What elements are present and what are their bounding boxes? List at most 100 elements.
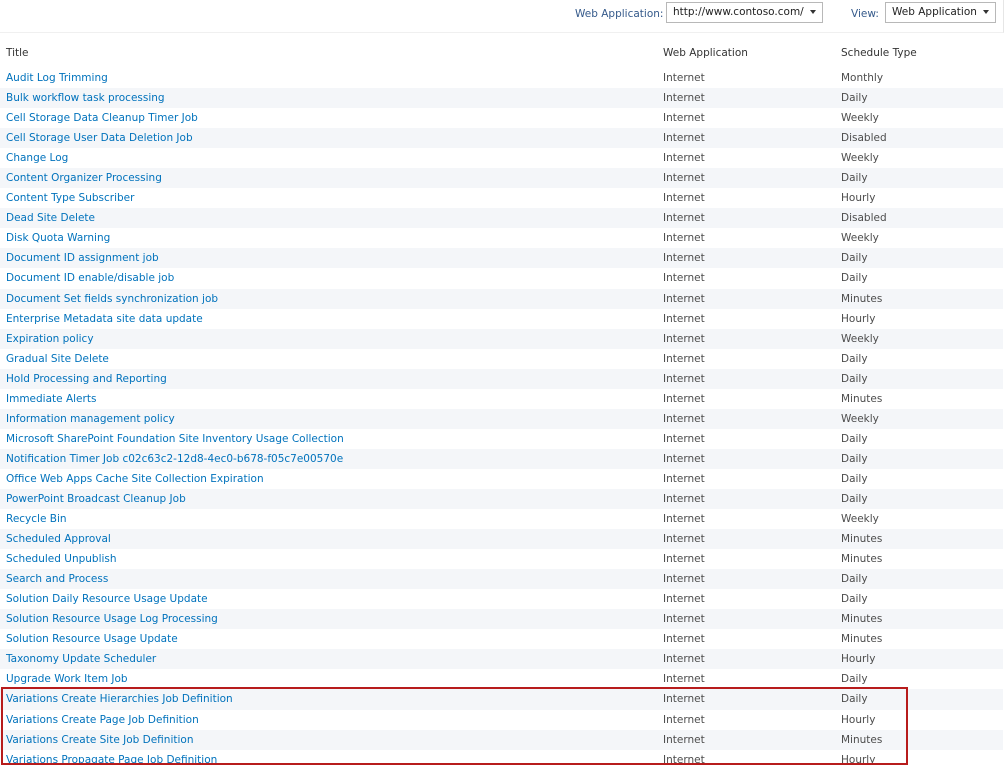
web-application-cell: Internet <box>663 593 705 606</box>
web-application-cell: Internet <box>663 212 705 225</box>
web-application-cell: Internet <box>663 573 705 586</box>
table-row: Variations Create Site Job Definition Int… <box>0 729 1003 750</box>
schedule-type-cell: Weekly <box>841 232 879 245</box>
web-application-cell: Internet <box>663 312 705 325</box>
job-title-link[interactable]: Immediate Alerts <box>6 393 96 405</box>
schedule-type-cell: Daily <box>841 272 868 285</box>
web-application-cell: Internet <box>663 232 705 245</box>
table-row: Document ID enable/disable job Internet Da… <box>0 268 1003 288</box>
web-application-cell: Internet <box>663 352 705 365</box>
job-title-link[interactable]: Document ID assignment job <box>6 252 159 264</box>
schedule-type-cell: Minutes <box>841 633 883 646</box>
job-title-link[interactable]: Gradual Site Delete <box>6 353 109 365</box>
job-title-link[interactable]: Bulk workflow task processing <box>6 92 165 104</box>
schedule-type-cell: Daily <box>841 452 868 465</box>
job-title-link[interactable]: Notification Timer Job c02c63c2-12d8-4ec… <box>6 453 343 465</box>
job-title-link[interactable]: Variations Propagate Page Job Definition <box>6 754 217 766</box>
web-application-cell: Internet <box>663 713 705 726</box>
job-title-link[interactable]: Cell Storage User Data Deletion Job <box>6 132 193 144</box>
table-row: Disk Quota Warning Internet Weekly <box>0 228 1003 248</box>
web-application-cell: Internet <box>663 292 705 305</box>
schedule-type-cell: Hourly <box>841 653 876 666</box>
web-application-cell: Internet <box>663 673 705 686</box>
view-value: Web Application <box>892 6 977 18</box>
schedule-type-cell: Minutes <box>841 292 883 305</box>
table-row: Expiration policy Internet Weekly <box>0 328 1003 349</box>
table-row: Variations Create Page Job Definition Int… <box>0 710 1003 730</box>
job-title-link[interactable]: Cell Storage Data Cleanup Timer Job <box>6 112 198 124</box>
job-title-link[interactable]: Solution Resource Usage Log Processing <box>6 613 218 625</box>
job-title-link[interactable]: Solution Resource Usage Update <box>6 633 178 645</box>
job-title-link[interactable]: Scheduled Approval <box>6 533 111 545</box>
table-row: Dead Site Delete Internet Disabled <box>0 208 1003 229</box>
table-row: Change Log Internet Weekly <box>0 148 1003 168</box>
job-title-link[interactable]: Enterprise Metadata site data update <box>6 313 203 325</box>
web-application-cell: Internet <box>663 72 705 84</box>
job-title-link[interactable]: Dead Site Delete <box>6 212 95 224</box>
table-row: Document ID assignment job Internet Daily <box>0 248 1003 269</box>
table-row: Search and Process Internet Daily <box>0 569 1003 590</box>
schedule-type-cell: Minutes <box>841 392 883 405</box>
web-application-value: http://www.contoso.com/ <box>673 6 804 18</box>
schedule-type-cell: Daily <box>841 172 868 185</box>
table-row: PowerPoint Broadcast Cleanup Job Internet… <box>0 488 1003 510</box>
web-application-cell: Internet <box>663 613 705 626</box>
table-row: Hold Processing and Reporting Internet Dai… <box>0 368 1003 389</box>
web-application-dropdown[interactable]: http://www.contoso.com/ <box>666 2 823 23</box>
schedule-type-cell: Hourly <box>841 713 876 726</box>
table-row: Immediate Alerts Internet Minutes <box>0 389 1003 409</box>
chevron-down-icon <box>982 10 989 14</box>
job-title-link[interactable]: Office Web Apps Cache Site Collection Ex… <box>6 473 264 485</box>
job-title-link[interactable]: Disk Quota Warning <box>6 232 110 244</box>
web-application-cell: Internet <box>663 392 705 405</box>
table-row: Notification Timer Job c02c63c2-12d8-4ec… <box>0 448 1003 469</box>
job-title-link[interactable]: Expiration policy <box>6 333 94 345</box>
job-title-link[interactable]: Recycle Bin <box>6 513 67 525</box>
schedule-type-cell: Hourly <box>841 753 876 766</box>
column-header-title[interactable]: Title <box>6 47 29 59</box>
job-title-link[interactable]: Variations Create Site Job Definition <box>6 734 193 746</box>
job-title-link[interactable]: Taxonomy Update Scheduler <box>6 653 156 665</box>
job-title-link[interactable]: Content Organizer Processing <box>6 172 162 184</box>
toolbar: Web Application: http://www.contoso.com/… <box>0 0 1004 33</box>
job-title-link[interactable]: Document Set fields synchronization job <box>6 293 218 305</box>
web-application-cell: Internet <box>663 733 705 746</box>
schedule-type-cell: Disabled <box>841 212 887 225</box>
schedule-type-cell: Daily <box>841 492 868 505</box>
job-title-link[interactable]: Content Type Subscriber <box>6 192 134 204</box>
job-title-link[interactable]: Document ID enable/disable job <box>6 272 174 284</box>
job-title-link[interactable]: Variations Create Page Job Definition <box>6 714 199 726</box>
web-application-cell: Internet <box>663 132 705 145</box>
table-row: Microsoft SharePoint Foundation Site Inv… <box>0 429 1003 449</box>
view-dropdown[interactable]: Web Application <box>885 2 996 23</box>
job-title-link[interactable]: Information management policy <box>6 413 175 425</box>
web-application-cell: Internet <box>663 252 705 265</box>
web-application-cell: Internet <box>663 472 705 485</box>
table-row: Content Type Subscriber Internet Hourly <box>0 188 1003 208</box>
job-title-link[interactable]: Upgrade Work Item Job <box>6 673 128 685</box>
schedule-type-cell: Daily <box>841 372 868 385</box>
column-header-schedule-type[interactable]: Schedule Type <box>841 47 917 59</box>
schedule-type-cell: Daily <box>841 92 868 105</box>
job-title-link[interactable]: Hold Processing and Reporting <box>6 373 167 385</box>
schedule-type-cell: Monthly <box>841 72 884 84</box>
schedule-type-cell: Weekly <box>841 412 879 425</box>
job-title-link[interactable]: Audit Log Trimming <box>6 72 108 84</box>
job-title-link[interactable]: Variations Create Hierarchies Job Defini… <box>6 693 233 705</box>
web-application-cell: Internet <box>663 452 705 465</box>
web-application-cell: Internet <box>663 633 705 646</box>
schedule-type-cell: Weekly <box>841 332 879 345</box>
table-row: Office Web Apps Cache Site Collection Ex… <box>0 469 1003 489</box>
schedule-type-cell: Daily <box>841 693 868 706</box>
job-title-link[interactable]: Change Log <box>6 152 68 164</box>
schedule-type-cell: Daily <box>841 673 868 686</box>
job-title-link[interactable]: Scheduled Unpublish <box>6 553 117 565</box>
job-title-link[interactable]: PowerPoint Broadcast Cleanup Job <box>6 493 186 505</box>
schedule-type-cell: Daily <box>841 432 868 445</box>
table-row: Scheduled Unpublish Internet Minutes <box>0 549 1003 569</box>
job-title-link[interactable]: Search and Process <box>6 573 108 585</box>
job-title-link[interactable]: Solution Daily Resource Usage Update <box>6 593 208 605</box>
schedule-type-cell: Weekly <box>841 152 879 165</box>
job-title-link[interactable]: Microsoft SharePoint Foundation Site Inv… <box>6 433 344 445</box>
column-header-web-application[interactable]: Web Application <box>663 47 748 59</box>
